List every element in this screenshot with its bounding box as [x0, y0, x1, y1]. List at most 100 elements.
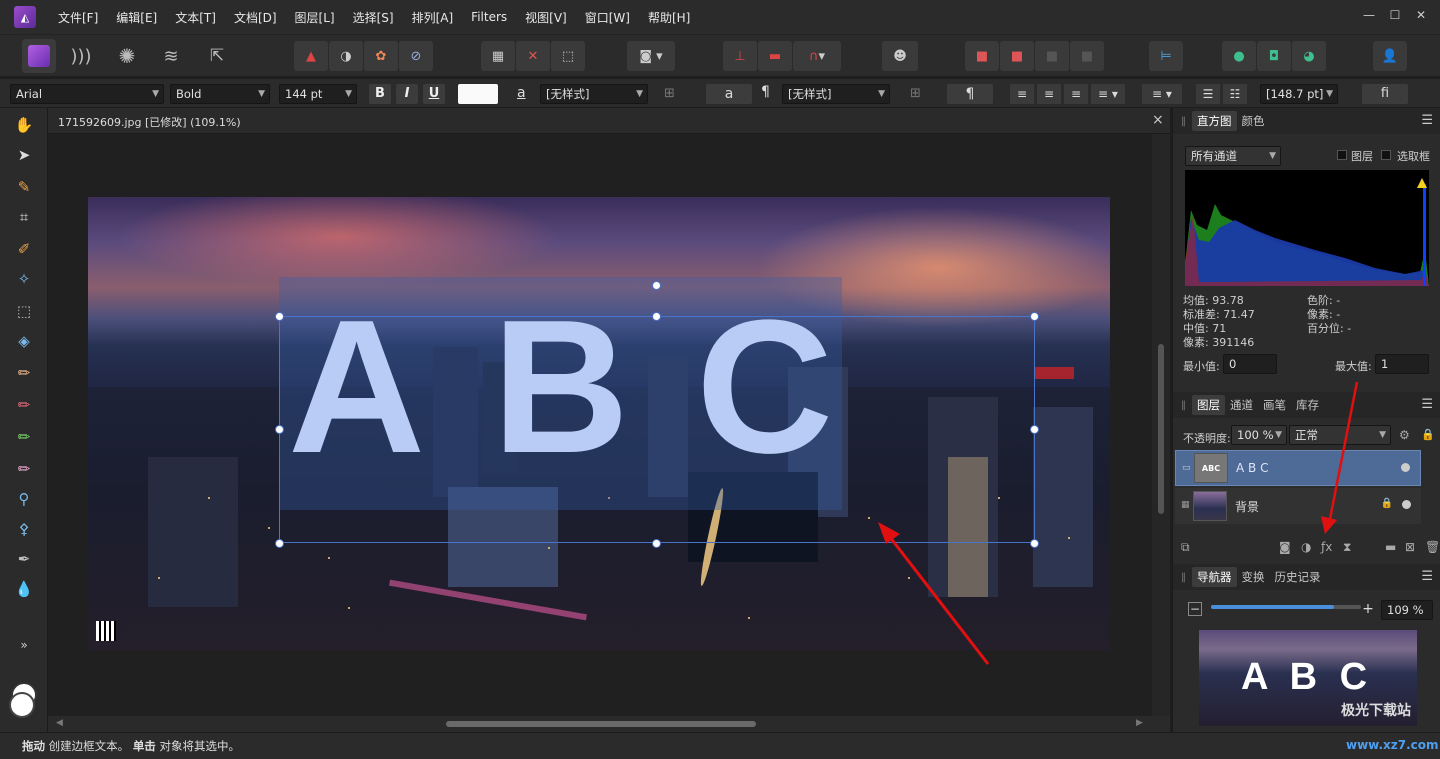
crop-tool-icon[interactable]: ⌗ — [13, 206, 35, 228]
more-tools-icon[interactable]: » — [13, 634, 35, 656]
char-style-apply-icon[interactable]: ⊞ — [664, 86, 675, 101]
menu-file[interactable]: 文件[F] — [58, 9, 98, 26]
fx-layer-icon[interactable]: ƒx — [1321, 540, 1332, 554]
char-format-button[interactable]: a — [706, 84, 752, 104]
layer-checkbox[interactable] — [1337, 150, 1347, 160]
primary-color-swatch[interactable] — [9, 692, 35, 718]
channel-select[interactable]: 所有通道 ▼ — [1185, 146, 1281, 166]
numbered-list-icon[interactable]: ☷ — [1223, 84, 1247, 104]
para-style-select[interactable]: [无样式] ▼ — [782, 84, 890, 104]
close-document-icon[interactable]: × — [1152, 112, 1164, 128]
add-pixel-layer-icon[interactable]: ⊠ — [1405, 540, 1415, 554]
vertical-scrollbar[interactable] — [1152, 134, 1170, 716]
layers-menu-icon[interactable]: ☰ — [1421, 397, 1433, 412]
color-picker-tool-icon[interactable]: ✎ — [13, 176, 35, 198]
arrange-back-icon[interactable]: ■ — [965, 41, 999, 71]
erase-tool-icon[interactable]: ✏ — [13, 458, 35, 480]
color-replacement-tool-icon[interactable]: ✏ — [13, 394, 35, 416]
arrange-front-icon[interactable]: ■ — [1070, 41, 1104, 71]
develop-persona-icon[interactable]: ✺ — [110, 39, 144, 73]
min-value-field[interactable]: 0 — [1223, 354, 1277, 374]
boolean-add-icon[interactable]: ● — [1222, 41, 1256, 71]
tone-mapping-persona-icon[interactable]: ≋ — [154, 39, 188, 73]
blur-tool-icon[interactable]: ⚲ — [13, 488, 35, 510]
magic-wand-tool-icon[interactable]: ✧ — [13, 268, 35, 290]
tab-brushes[interactable]: 画笔 — [1258, 395, 1291, 415]
align-left-icon[interactable]: ⊨ — [1149, 41, 1183, 71]
menu-view[interactable]: 视图[V] — [525, 9, 567, 26]
hand-tool-icon[interactable]: ✋ — [13, 114, 35, 136]
align-icon[interactable]: ⊥ — [723, 41, 757, 71]
menu-arrange[interactable]: 排列[A] — [412, 9, 454, 26]
document-tab[interactable]: 171592609.jpg [已修改] (109.1%) × — [48, 108, 1170, 134]
invert-selection-icon[interactable]: ⬚ — [551, 41, 585, 71]
select-all-icon[interactable]: ▦ — [481, 41, 515, 71]
scroll-right-icon[interactable]: ▶ — [1136, 718, 1143, 728]
justify-text-icon[interactable]: ≡ ▾ — [1091, 84, 1125, 104]
scroll-left-icon[interactable]: ◀ — [56, 718, 63, 728]
para-format-button[interactable]: ¶ — [947, 84, 993, 104]
tab-transform[interactable]: 变换 — [1237, 567, 1270, 587]
maximize-icon[interactable]: ☐ — [1388, 8, 1402, 22]
export-persona-icon[interactable]: ⇱ — [200, 39, 234, 73]
liquify-persona-icon[interactable]: ))) — [64, 39, 98, 73]
menu-document[interactable]: 文档[D] — [234, 9, 277, 26]
para-style-apply-icon[interactable]: ⊞ — [910, 86, 921, 101]
max-value-field[interactable]: 1 — [1375, 354, 1429, 374]
font-size-select[interactable]: 144 pt ▼ — [279, 84, 357, 104]
navigator-menu-icon[interactable]: ☰ — [1421, 569, 1433, 584]
layer-row-abc[interactable]: ▭ ABC A B C — [1175, 450, 1421, 486]
layer-visibility-icon[interactable] — [1402, 500, 1411, 509]
group-layers-icon[interactable]: ▬ — [1385, 540, 1396, 554]
smudge-tool-icon[interactable]: 💧 — [13, 578, 35, 600]
white-balance-icon[interactable]: ⊘ — [399, 41, 433, 71]
menu-help[interactable]: 帮助[H] — [648, 9, 690, 26]
menu-window[interactable]: 窗口[W] — [585, 9, 630, 26]
photo-persona-icon[interactable] — [22, 39, 56, 73]
mask-layer-icon[interactable]: ◙ — [1279, 540, 1291, 554]
tab-navigator[interactable]: 导航器 — [1192, 567, 1237, 587]
layer-row-background[interactable]: ▦ 背景 🔒 — [1175, 488, 1421, 524]
assistant-icon[interactable]: ☻ — [882, 41, 918, 71]
layer-visibility-icon[interactable] — [1401, 463, 1410, 472]
horizontal-scrollbar[interactable]: ◀ ▶ — [48, 716, 1170, 732]
histogram-menu-icon[interactable]: ☰ — [1421, 113, 1433, 128]
selection-brush-tool-icon[interactable]: ✐ — [13, 238, 35, 260]
horizontal-scroll-thumb[interactable] — [446, 721, 756, 727]
font-family-select[interactable]: Arial ▼ — [10, 84, 164, 104]
zoom-in-icon[interactable]: + — [1361, 602, 1375, 616]
menu-select[interactable]: 选择[S] — [353, 9, 394, 26]
zoom-out-icon[interactable]: − — [1188, 602, 1202, 616]
leading-select[interactable]: [148.7 pt] ▼ — [1260, 84, 1338, 104]
layer-options-icon[interactable]: ⧉ — [1181, 540, 1190, 555]
boolean-subtract-icon[interactable]: ◘ — [1257, 41, 1291, 71]
zoom-field[interactable]: 109 % — [1381, 600, 1433, 620]
dodge-tool-icon[interactable]: ✏ — [13, 426, 35, 448]
deselect-icon[interactable]: ✕ — [516, 41, 550, 71]
live-filter-icon[interactable]: ⧗ — [1343, 540, 1351, 555]
vertical-align-icon[interactable]: ≡ ▾ — [1142, 84, 1182, 104]
arrange-backward-icon[interactable]: ■ — [1000, 41, 1034, 71]
font-style-select[interactable]: Bold ▼ — [170, 84, 270, 104]
arrange-forward-icon[interactable]: ■ — [1035, 41, 1069, 71]
quick-mask-icon[interactable]: ◙ ▾ — [627, 41, 675, 71]
vertical-scroll-thumb[interactable] — [1158, 344, 1164, 514]
clone-tool-icon[interactable]: ⚴ — [13, 518, 35, 540]
tab-color[interactable]: 颜色 — [1237, 111, 1270, 131]
underline-button[interactable]: U — [423, 84, 445, 104]
delete-layer-icon[interactable]: 🗑 — [1425, 540, 1440, 554]
align-center-text-icon[interactable]: ≡ — [1037, 84, 1061, 104]
opacity-select[interactable]: 100 % ▼ — [1231, 425, 1287, 445]
ligature-button[interactable]: fi — [1362, 84, 1408, 104]
navigator-preview[interactable]: A B C 极光下载站 — [1199, 630, 1417, 726]
text-color-swatch[interactable] — [458, 84, 498, 104]
menu-filters[interactable]: Filters — [471, 10, 507, 24]
menu-text[interactable]: 文本[T] — [175, 9, 216, 26]
bold-button[interactable]: B — [369, 84, 391, 104]
levels-icon[interactable]: ▲ — [294, 41, 328, 71]
paint-brush-tool-icon[interactable]: ✏ — [13, 362, 35, 384]
italic-button[interactable]: I — [396, 84, 418, 104]
marquee-tool-icon[interactable]: ⬚ — [13, 300, 35, 322]
minimize-icon[interactable]: — — [1362, 8, 1376, 22]
align-left-text-icon[interactable]: ≡ — [1010, 84, 1034, 104]
